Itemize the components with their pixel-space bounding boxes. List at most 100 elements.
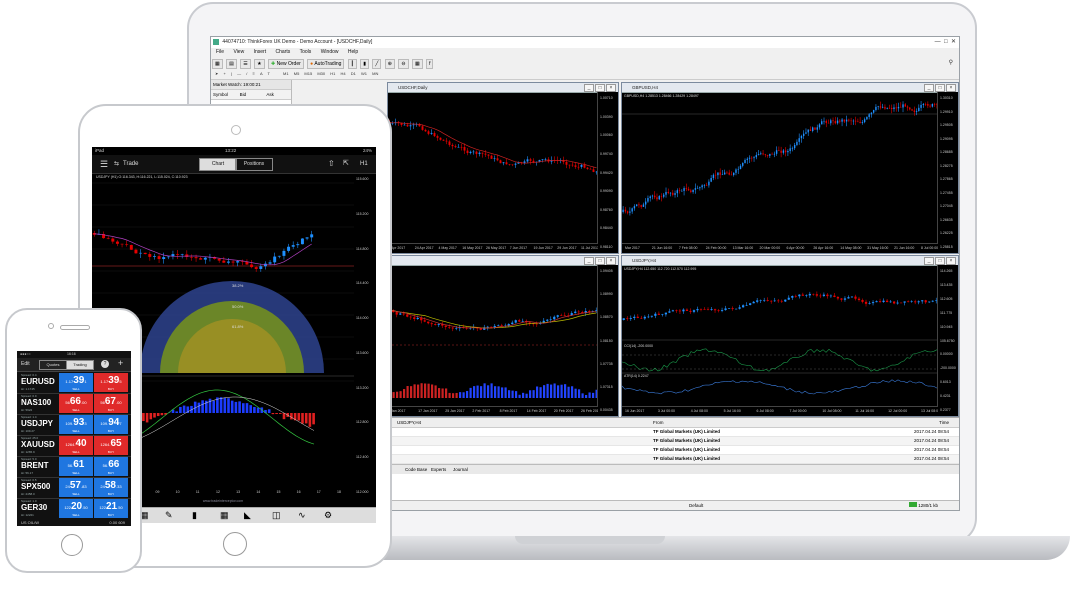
chart-window-usdjpy[interactable]: USDJPY,H4 _ □ × USDJPY,H4 112.650 112.720 …: [621, 255, 959, 417]
minimize-icon[interactable]: _: [584, 84, 594, 92]
draw-icon[interactable]: ✎: [165, 510, 173, 521]
line-chart-button[interactable]: ╱: [372, 59, 382, 69]
tab-experts[interactable]: Experts: [431, 465, 446, 474]
tf-w1[interactable]: W1: [361, 71, 367, 76]
buy-button[interactable]: 2458.33 BUY: [94, 478, 128, 497]
buy-button[interactable]: 1264.65 BUY: [94, 436, 128, 455]
navigator-button[interactable]: ★: [254, 59, 265, 69]
quote-row[interactable]: Spread: 0.5 SPX500 Hi: 2458.0 2457.83 SELL 24…: [17, 477, 131, 499]
share-icon[interactable]: ⇧: [328, 155, 335, 173]
buy-button[interactable]: 109.947 BUY: [94, 415, 128, 434]
tf-m1[interactable]: M1: [283, 71, 289, 76]
candle-chart-button[interactable]: ▮: [360, 59, 369, 69]
sell-button[interactable]: 1.17391 SELL: [59, 373, 93, 392]
menu-help[interactable]: Help: [348, 49, 358, 55]
chart-window-bottom-left[interactable]: _ □ × 1.09405 1.08990 1.08570 1.08150 1.07735 1…: [387, 255, 619, 417]
sell-button[interactable]: 56.61 SELL: [59, 457, 93, 476]
tab-journal[interactable]: Journal: [453, 465, 468, 474]
horizontal-line-icon[interactable]: —: [237, 71, 241, 76]
grid-icon[interactable]: ▦: [220, 510, 229, 521]
tf-m5[interactable]: M5: [294, 71, 300, 76]
zoom-in-button[interactable]: ⊕: [384, 59, 395, 69]
line-chart-icon[interactable]: ∿: [298, 510, 306, 521]
layout-icon[interactable]: ◫: [272, 510, 281, 521]
col-time[interactable]: Time: [939, 418, 949, 427]
new-chart-button[interactable]: ▦: [212, 59, 223, 69]
edit-button[interactable]: Edit: [21, 361, 30, 367]
chart-window-gbpusd[interactable]: GBPUSD,H4 _ □ × GBPUSD,H4 1.28513 1.28466 …: [621, 82, 959, 254]
menu-icon[interactable]: ☰: [100, 155, 108, 173]
tab-positions[interactable]: Positions: [235, 158, 273, 171]
maximize-icon[interactable]: □: [935, 257, 945, 265]
tf-h1[interactable]: H1: [330, 71, 335, 76]
quote-row[interactable]: Spread: 1.0 GER30 Hi: 12221 12220.50 SELL 122…: [17, 498, 131, 520]
table-row[interactable]: TF Global Markets (UK) Limited 2017.04.24…: [391, 455, 959, 464]
buy-button[interactable]: 12221.50 BUY: [94, 499, 128, 518]
menu-file[interactable]: File: [216, 49, 224, 55]
bar-chart-button[interactable]: ┃: [347, 59, 357, 69]
minimize-icon[interactable]: _: [924, 84, 934, 92]
trendline-icon[interactable]: /: [246, 71, 247, 76]
sell-button[interactable]: 5666.00 SELL: [59, 394, 93, 413]
bars-icon[interactable]: ◣: [244, 510, 251, 521]
autotrading-button[interactable]: ● AutoTrading: [307, 59, 345, 69]
quote-row[interactable]: Spread: 5.0 BRENT Hi: 56.17 56.61 SELL 56.66 B…: [17, 456, 131, 478]
crosshair-icon[interactable]: +: [223, 71, 225, 76]
close-icon[interactable]: ×: [606, 84, 616, 92]
market-watch-button[interactable]: ☰: [240, 59, 251, 69]
close-icon[interactable]: ×: [946, 84, 956, 92]
tf-mn[interactable]: MN: [372, 71, 378, 76]
minimize-icon[interactable]: _: [584, 257, 594, 265]
menu-charts[interactable]: Charts: [276, 49, 291, 55]
maximize-icon[interactable]: □: [595, 84, 605, 92]
phone-home-button[interactable]: [61, 534, 83, 556]
sell-button[interactable]: 12220.50 SELL: [59, 499, 93, 518]
cursor-icon[interactable]: ➤: [215, 71, 218, 76]
col-from[interactable]: From: [653, 418, 664, 427]
quote-row[interactable]: Spread: 1.4 USDJPY Hi: 109.27 109.933 SELL 10…: [17, 414, 131, 436]
minimize-icon[interactable]: _: [924, 257, 934, 265]
fullscreen-icon[interactable]: ⇱: [343, 155, 349, 173]
profiles-button[interactable]: ▤: [226, 59, 237, 69]
tf-d1[interactable]: D1: [351, 71, 356, 76]
minimize-icon[interactable]: —: [935, 39, 941, 45]
col-bid[interactable]: Bid: [238, 90, 265, 99]
col-ask[interactable]: Ask: [264, 90, 291, 99]
tab-chart[interactable]: Chart: [199, 158, 237, 171]
tf-m30[interactable]: M30: [317, 71, 325, 76]
candle-type-icon[interactable]: ▮: [192, 510, 197, 521]
maximize-icon[interactable]: □: [595, 257, 605, 265]
terminal-tab-title[interactable]: USDJPY,H4: [397, 418, 421, 427]
quote-bottom-row[interactable]: US OIL/W 0.00 609: [17, 519, 131, 526]
buy-button[interactable]: 5667.00 BUY: [94, 394, 128, 413]
quote-row[interactable]: Spread: 0.4 EURUSD Hi: 1.1745 1.17391 SELL 1.…: [17, 372, 131, 394]
channel-icon[interactable]: ≡: [253, 71, 255, 76]
timeframe-label[interactable]: H1: [360, 155, 368, 173]
sell-button[interactable]: 1264.40 SELL: [59, 436, 93, 455]
maximize-icon[interactable]: □: [935, 84, 945, 92]
close-icon[interactable]: ×: [606, 257, 616, 265]
buy-button[interactable]: 56.66 BUY: [94, 457, 128, 476]
close-icon[interactable]: ✕: [951, 39, 956, 45]
tab-trading[interactable]: Trading: [66, 360, 94, 370]
tf-m15[interactable]: M15: [304, 71, 312, 76]
maximize-icon[interactable]: □: [944, 39, 948, 45]
close-icon[interactable]: ×: [946, 257, 956, 265]
menu-tools[interactable]: Tools: [300, 49, 312, 55]
table-row[interactable]: TF Global Markets (UK) Limited 2017.04.24…: [391, 437, 959, 446]
tablet-home-button[interactable]: [223, 532, 247, 556]
quote-row[interactable]: Spread: 25.0 XAUUSD Hi: 1265.9 1264.40 SELL 1…: [17, 435, 131, 457]
col-symbol[interactable]: Symbol: [211, 90, 238, 99]
new-order-button[interactable]: ✚ New Order: [268, 59, 304, 69]
label-icon[interactable]: T: [268, 71, 270, 76]
indicators-button[interactable]: f: [426, 59, 434, 69]
quote-row[interactable]: Spread: 0.9 NAS100 Hi: 5922 5666.00 SELL 5667…: [17, 393, 131, 415]
sell-button[interactable]: 2457.83 SELL: [59, 478, 93, 497]
tile-windows-button[interactable]: ▦: [411, 59, 423, 69]
menu-view[interactable]: View: [233, 49, 244, 55]
table-row[interactable]: TF Global Markets (UK) Limited 2017.04.24…: [391, 428, 959, 437]
buy-button[interactable]: 1.17395 BUY: [94, 373, 128, 392]
table-row[interactable]: TF Global Markets (UK) Limited 2017.04.24…: [391, 446, 959, 455]
tf-h4[interactable]: H4: [340, 71, 345, 76]
sell-button[interactable]: 109.933 SELL: [59, 415, 93, 434]
